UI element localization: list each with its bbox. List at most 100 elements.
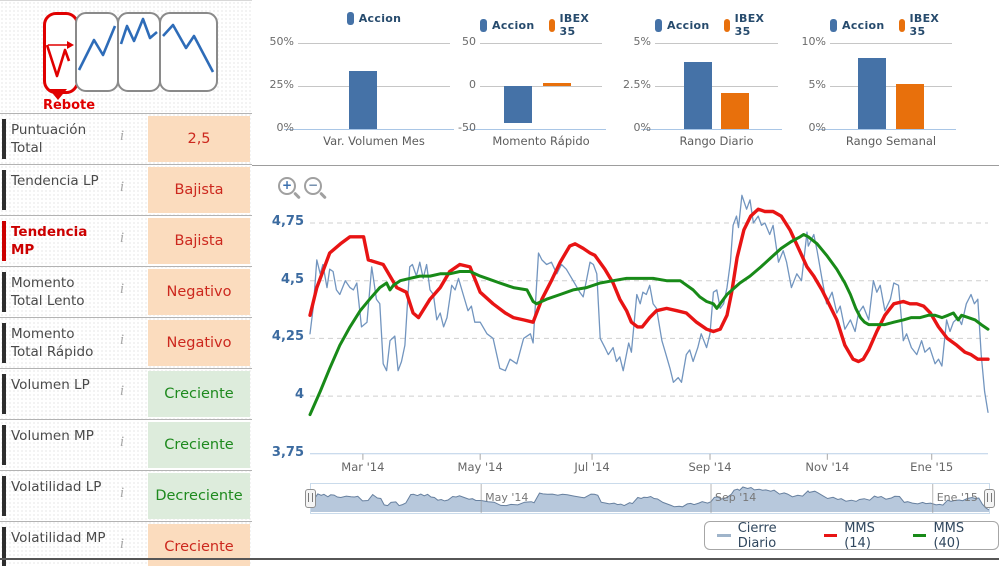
indicator-row[interactable]: Tendencia MP i Bajista: [0, 215, 252, 266]
navigator-handle-left[interactable]: [305, 489, 316, 508]
info-icon[interactable]: i: [112, 383, 132, 400]
bar-chart-4: Accion IBEX 35 0% 5% 10% Rango Semanal: [784, 0, 989, 164]
indicator-row[interactable]: Puntuación Total i 2,5: [0, 113, 252, 164]
info-icon[interactable]: i: [112, 485, 132, 502]
x-axis-label: Jul '14: [574, 460, 610, 474]
downtrend-pattern-icon: [162, 23, 215, 73]
info-icon[interactable]: i: [112, 230, 132, 247]
indicator-row[interactable]: Volatilidad LP i Decreciente: [0, 470, 252, 521]
axis-tick-label: -50: [458, 121, 476, 134]
legend-label: Accion: [667, 18, 710, 32]
legend-label: Accion: [842, 18, 885, 32]
gridline: [830, 86, 952, 87]
axis-tick-label: 0: [469, 78, 476, 91]
navigator-svg: [310, 484, 990, 513]
indicator-row[interactable]: Volumen LP i Creciente: [0, 368, 252, 419]
indicator-label: Volumen LP: [11, 377, 90, 393]
gridline: [284, 129, 454, 130]
indicator-label: Momento Total Lento: [11, 275, 85, 309]
indicator-label: Volatilidad MP: [11, 530, 106, 546]
x-axis-label: Ene '15: [910, 460, 954, 474]
gridline: [480, 86, 602, 87]
gridline: [480, 43, 602, 44]
info-icon[interactable]: i: [112, 332, 132, 349]
legend-label: Accion: [358, 12, 402, 25]
info-icon[interactable]: i: [112, 128, 132, 145]
indicator-value: Bajista: [148, 167, 250, 213]
row-accent-bar: [2, 374, 6, 414]
selected-pattern-label: Rebote: [42, 98, 96, 113]
indicator-row[interactable]: Momento Total Rápido i Negativo: [0, 317, 252, 368]
legend-item[interactable]: Accion: [480, 12, 535, 38]
legend-line-swatch: [912, 534, 927, 537]
gridline: [298, 43, 450, 44]
indicator-row[interactable]: Momento Total Lento i Negativo: [0, 266, 252, 317]
legend-swatch-icon: [548, 18, 555, 32]
legend-item[interactable]: Accion: [830, 12, 885, 38]
x-axis-label: May '14: [457, 460, 503, 474]
legend-item-cierre-diario[interactable]: Cierre Diario: [717, 521, 808, 551]
y-axis-label: 4: [294, 387, 304, 403]
gridline: [830, 43, 952, 44]
x-axis-label: Sep '14: [688, 460, 732, 474]
peaks-pattern-icon: [119, 17, 158, 45]
indicator-label: Volumen MP: [11, 428, 94, 444]
gridline: [816, 129, 956, 130]
chart-legend: Accion IBEX 35: [655, 12, 778, 38]
navigator-track[interactable]: [310, 483, 990, 514]
legend-item-mms-40-[interactable]: MMS (40): [912, 520, 986, 551]
chart-title: Var. Volumen Mes: [323, 134, 425, 148]
indicator-row[interactable]: Tendencia LP i Bajista: [0, 164, 252, 215]
indicator-row[interactable]: Volumen MP i Creciente: [0, 419, 252, 470]
axis-tick-label: 0%: [808, 121, 826, 134]
chart-legend: Accion IBEX 35: [830, 12, 952, 38]
x-axis-label: Nov '14: [805, 460, 850, 474]
series-mms-40-: [308, 233, 990, 417]
gridline: [641, 129, 782, 130]
chart-title: Momento Rápido: [492, 134, 590, 148]
legend-item[interactable]: IBEX 35: [898, 12, 952, 38]
axis-tick-label: 10%: [801, 35, 826, 48]
info-icon[interactable]: i: [112, 179, 132, 196]
navigator-label: Ene '15: [936, 491, 978, 504]
row-accent-bar: [2, 170, 6, 210]
legend-label: IBEX 35: [734, 12, 765, 38]
info-icon[interactable]: i: [112, 434, 132, 451]
legend-label: Accion: [492, 18, 535, 32]
main-chart-svg: [308, 194, 990, 460]
pattern-card-downtrend[interactable]: [159, 12, 218, 92]
axis-tick-label: 50%: [269, 35, 294, 48]
chart-title: Rango Semanal: [845, 134, 937, 148]
indicator-label: Tendencia MP: [11, 224, 88, 258]
pattern-card-rebote[interactable]: [43, 12, 79, 94]
legend-item[interactable]: Accion: [346, 12, 402, 25]
legend-item-mms-14-[interactable]: MMS (14): [823, 520, 897, 551]
indicator-value: Creciente: [148, 422, 250, 468]
bar-accion: [349, 70, 377, 129]
pattern-card-uptrend[interactable]: [75, 12, 119, 92]
pattern-card-peaks[interactable]: [117, 12, 161, 92]
y-axis-label: 4,25: [271, 329, 304, 345]
legend-label: IBEX 35: [559, 12, 590, 38]
navigator-handle-right[interactable]: [984, 489, 995, 508]
info-icon[interactable]: i: [112, 281, 132, 298]
row-accent-bar: [2, 323, 6, 363]
row-accent-bar: [2, 221, 6, 261]
gridline: [466, 129, 606, 130]
bar-accion: [504, 86, 532, 123]
legend-item[interactable]: IBEX 35: [723, 12, 778, 38]
indicator-label: Momento Total Rápido: [11, 326, 94, 360]
legend-item-label: MMS (40): [933, 520, 965, 551]
indicator-value: 2,5: [148, 116, 250, 162]
legend-item[interactable]: IBEX 35: [548, 12, 602, 38]
info-icon[interactable]: i: [112, 536, 132, 553]
row-accent-bar: [2, 476, 6, 516]
indicator-value: Creciente: [148, 371, 250, 417]
legend-item[interactable]: Accion: [655, 12, 710, 38]
axis-tick-label: 0%: [276, 121, 294, 134]
legend-item-label: MMS (14): [844, 520, 875, 551]
legend-line-swatch: [823, 534, 838, 537]
row-accent-bar: [2, 425, 6, 465]
axis-tick-label: 5%: [808, 78, 826, 91]
navigator-label: Sep '14: [715, 491, 757, 504]
